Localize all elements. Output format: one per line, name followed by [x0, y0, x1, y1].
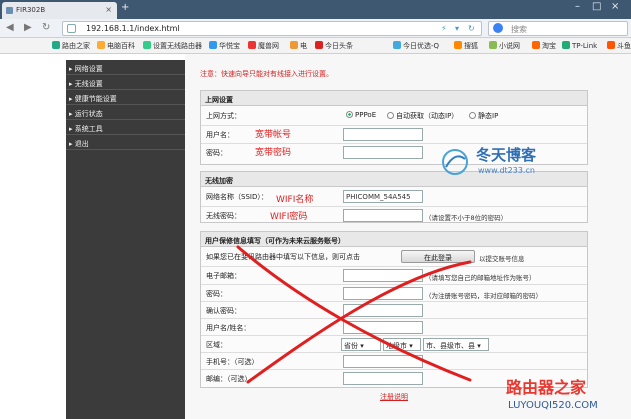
blog-name: 冬天博客 — [476, 146, 537, 164]
snowflake-logo-icon — [442, 149, 468, 175]
site-watermark: 路由器之家 LUYOUQI520.COM — [506, 374, 631, 419]
blog-watermark: 冬天博客 www.dt233.cn — [438, 143, 583, 183]
site-url: LUYOUQI520.COM — [508, 400, 598, 411]
blog-url: www.dt233.cn — [478, 166, 535, 175]
site-name: 路由器之家 — [506, 378, 587, 397]
red-cross-annotation — [236, 245, 472, 384]
